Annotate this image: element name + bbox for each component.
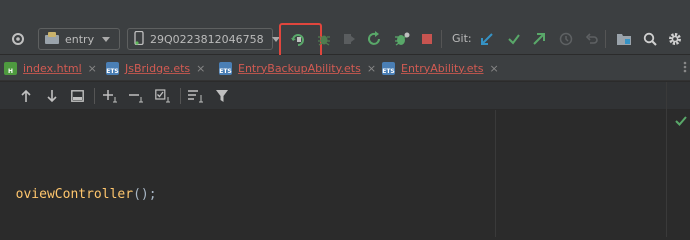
tabs-overflow-icon[interactable] — [676, 58, 690, 76]
tab-index-html[interactable]: H index.html × — [4, 58, 97, 78]
file-tag: ETS — [382, 67, 395, 75]
select-item-icon[interactable] — [155, 87, 173, 105]
tab-label: EntryBackupAbility.ets — [238, 61, 361, 75]
file-tag: ETS — [106, 67, 119, 75]
code-function-name: oviewController — [15, 187, 134, 202]
git-commit-icon[interactable] — [505, 30, 523, 48]
add-item-icon[interactable] — [103, 87, 121, 105]
close-icon[interactable]: × — [196, 62, 205, 75]
project-structure-icon[interactable] — [615, 30, 633, 48]
module-icon — [45, 31, 59, 47]
file-tag: H — [7, 67, 14, 75]
code-punctuation: (); — [133, 187, 157, 202]
tab-jsbridge-ets[interactable]: ETS JsBridge.ets × — [106, 58, 205, 78]
file-tag: ETS — [219, 67, 232, 75]
toolbar-separator — [605, 30, 606, 48]
ets-file-icon: ETS — [106, 61, 119, 75]
tab-label: EntryAbility.ets — [401, 61, 484, 75]
git-history-icon[interactable] — [557, 30, 575, 48]
rerun-icon[interactable] — [366, 30, 384, 48]
device-selector[interactable]: 29Q0223812046758 — [127, 28, 280, 50]
code-line[interactable]: oviewController(); — [0, 172, 157, 202]
search-icon[interactable] — [641, 30, 659, 48]
tab-label: index.html — [23, 61, 82, 75]
tab-entrybackupability-ets[interactable]: ETS EntryBackupAbility.ets × — [219, 58, 376, 78]
close-icon[interactable]: × — [88, 62, 97, 75]
no-problems-check-icon — [675, 115, 687, 130]
git-label: Git: — [452, 32, 472, 45]
editor-split-divider[interactable] — [495, 110, 496, 237]
close-icon[interactable]: × — [367, 62, 376, 75]
remove-item-icon[interactable] — [129, 87, 147, 105]
html-file-icon: H — [4, 61, 17, 75]
debug-rerun-icon[interactable] — [393, 30, 411, 48]
device-selector-value: 29Q0223812046758 — [150, 32, 264, 46]
git-rollback-icon[interactable] — [583, 30, 601, 48]
tab-entryability-ets[interactable]: ETS EntryAbility.ets × — [382, 58, 499, 78]
toolbar-separator — [94, 88, 95, 104]
toolbar-separator — [441, 30, 442, 48]
attach-debugger-icon[interactable] — [340, 30, 358, 48]
chevron-down-icon — [102, 36, 111, 42]
arrow-up-icon[interactable] — [17, 87, 35, 105]
phone-icon — [134, 30, 144, 48]
tab-label: JsBridge.ets — [125, 61, 191, 75]
ets-file-icon: ETS — [382, 61, 395, 75]
stop-icon[interactable] — [418, 30, 436, 48]
filter-icon[interactable] — [213, 87, 231, 105]
module-selector-value: entry — [65, 32, 95, 46]
ets-file-icon: ETS — [219, 61, 232, 75]
git-update-icon[interactable] — [478, 30, 496, 48]
toolbar-separator — [180, 88, 181, 104]
git-push-icon[interactable] — [530, 30, 548, 48]
sort-lines-icon[interactable] — [188, 87, 206, 105]
preview-panel-icon[interactable] — [68, 87, 86, 105]
close-icon[interactable]: × — [490, 62, 499, 75]
editor-gutter-line — [666, 82, 667, 237]
settings-target-icon[interactable] — [9, 30, 27, 48]
gear-icon[interactable] — [666, 30, 684, 48]
debug-bug-icon[interactable] — [315, 30, 333, 48]
module-selector[interactable]: entry — [38, 28, 120, 50]
arrow-down-icon[interactable] — [43, 87, 61, 105]
